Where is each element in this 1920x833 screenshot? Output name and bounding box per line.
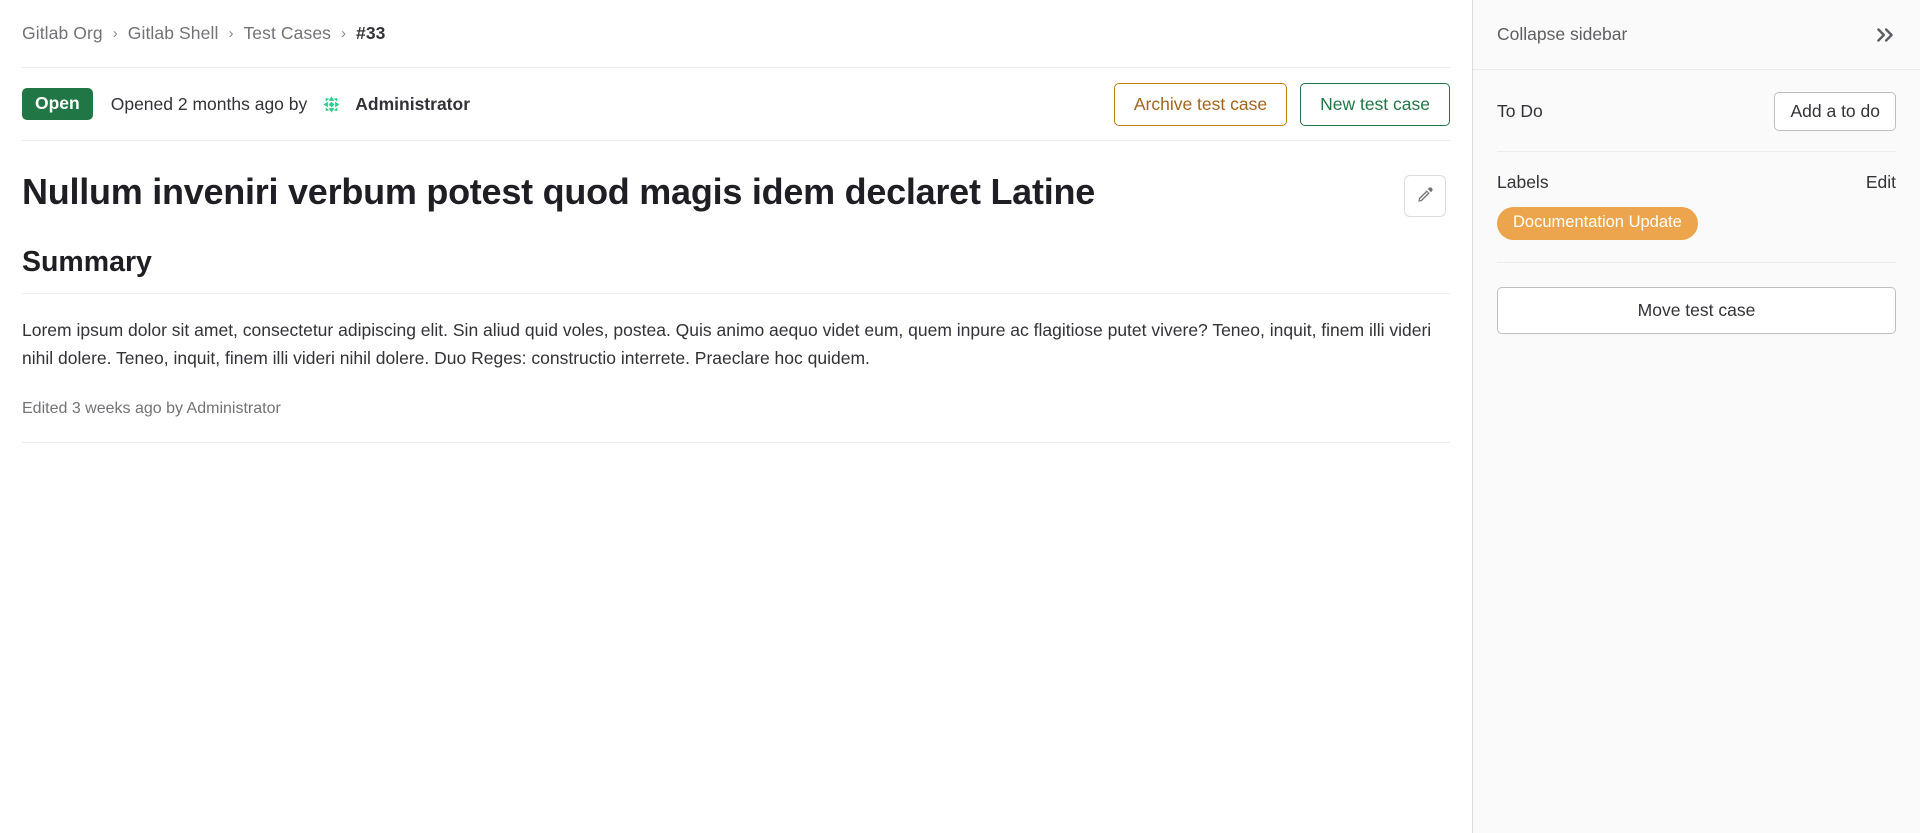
status-actions: Archive test case New test case: [1114, 83, 1450, 126]
archive-test-case-button[interactable]: Archive test case: [1114, 83, 1287, 126]
identicon-avatar: [317, 90, 346, 119]
pencil-icon: [1416, 185, 1435, 207]
new-test-case-button[interactable]: New test case: [1300, 83, 1450, 126]
title-row: Nullum inveniri verbum potest quod magis…: [22, 141, 1450, 217]
collapse-sidebar-row[interactable]: Collapse sidebar: [1473, 0, 1920, 70]
summary-body: Lorem ipsum dolor sit amet, consectetur …: [22, 316, 1437, 373]
breadcrumb-item-current: #33: [356, 23, 386, 44]
label-chip[interactable]: Documentation Update: [1497, 207, 1698, 240]
breadcrumb-separator-icon: ›: [341, 26, 346, 41]
breadcrumb-item-org[interactable]: Gitlab Org: [22, 23, 103, 44]
breadcrumb-item-test-cases[interactable]: Test Cases: [243, 23, 331, 44]
labels-label: Labels: [1497, 172, 1866, 193]
todo-section: To Do Add a to do: [1497, 70, 1896, 152]
right-sidebar: Collapse sidebar To Do Add a to do Label…: [1472, 0, 1920, 833]
status-meta: Open Opened 2 months ago by: [22, 88, 470, 119]
labels-edit-link[interactable]: Edit: [1866, 172, 1896, 193]
double-chevron-right-icon[interactable]: [1874, 24, 1896, 46]
labels-section: Labels Edit Documentation Update: [1497, 152, 1896, 263]
breadcrumb-item-project[interactable]: Gitlab Shell: [128, 23, 219, 44]
move-test-case-button[interactable]: Move test case: [1497, 287, 1896, 334]
content-divider: [22, 442, 1450, 443]
labels-header: Labels Edit: [1497, 172, 1896, 193]
add-a-todo-button[interactable]: Add a to do: [1774, 92, 1896, 131]
edited-note: Edited 3 weeks ago by Administrator: [22, 400, 1450, 418]
breadcrumb-separator-icon: ›: [113, 26, 118, 41]
summary-heading: Summary: [22, 244, 1450, 294]
page-title: Nullum inveniri verbum potest quod magis…: [22, 169, 1404, 214]
author-name: Administrator: [355, 94, 470, 115]
edit-title-button[interactable]: [1404, 175, 1446, 217]
todo-label: To Do: [1497, 101, 1774, 122]
collapse-sidebar-label: Collapse sidebar: [1497, 24, 1874, 45]
breadcrumb-separator-icon: ›: [228, 26, 233, 41]
breadcrumb: Gitlab Org › Gitlab Shell › Test Cases ›…: [22, 0, 1450, 68]
status-badge: Open: [22, 88, 93, 119]
test-case-page: Gitlab Org › Gitlab Shell › Test Cases ›…: [0, 0, 1920, 833]
opened-meta-text: Opened 2 months ago by: [111, 94, 308, 115]
status-bar: Open Opened 2 months ago by: [22, 68, 1450, 141]
main-content: Gitlab Org › Gitlab Shell › Test Cases ›…: [0, 0, 1472, 833]
